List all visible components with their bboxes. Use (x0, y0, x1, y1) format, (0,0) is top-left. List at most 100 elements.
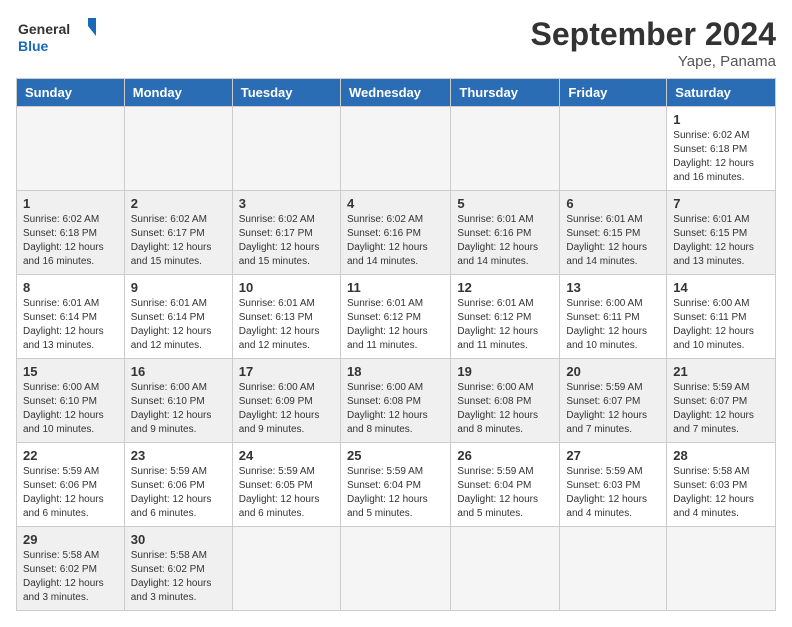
day-number: 14 (673, 280, 769, 295)
day-info: Sunrise: 6:01 AMSunset: 6:15 PMDaylight:… (566, 213, 660, 269)
day-info: Sunrise: 6:00 AMSunset: 6:09 PMDaylight:… (239, 381, 334, 437)
day-info: Sunrise: 6:01 AMSunset: 6:15 PMDaylight:… (673, 213, 769, 269)
day-info: Sunrise: 5:59 AMSunset: 6:07 PMDaylight:… (673, 381, 769, 437)
day-number: 12 (457, 280, 553, 295)
title-block: September 2024 Yape, Panama (531, 16, 776, 70)
day-number: 6 (566, 196, 660, 211)
table-row: 10 Sunrise: 6:01 AMSunset: 6:13 PMDayligh… (232, 275, 340, 359)
table-row: 8 Sunrise: 6:01 AMSunset: 6:14 PMDaylight… (17, 275, 125, 359)
day-number: 10 (239, 280, 334, 295)
day-info: Sunrise: 5:59 AMSunset: 6:04 PMDaylight:… (347, 465, 444, 521)
day-number: 18 (347, 364, 444, 379)
table-row (232, 107, 340, 191)
header-wednesday: Wednesday (340, 79, 450, 107)
day-number: 7 (673, 196, 769, 211)
calendar-table: Sunday Monday Tuesday Wednesday Thursday… (16, 78, 776, 611)
table-row: 16 Sunrise: 6:00 AMSunset: 6:10 PMDayligh… (124, 359, 232, 443)
logo-icon: General Blue (16, 16, 96, 56)
svg-text:General: General (18, 21, 70, 37)
day-number: 24 (239, 448, 334, 463)
calendar-week-row: 15 Sunrise: 6:00 AMSunset: 6:10 PMDayligh… (17, 359, 776, 443)
table-row: 5Sunrise: 6:01 AMSunset: 6:16 PMDaylight… (451, 191, 560, 275)
day-number: 2 (131, 196, 226, 211)
day-info: Sunrise: 6:00 AMSunset: 6:11 PMDaylight:… (566, 297, 660, 353)
day-number: 26 (457, 448, 553, 463)
table-row: 21Sunrise: 5:59 AMSunset: 6:07 PMDayligh… (667, 359, 776, 443)
calendar-week-row: 1Sunrise: 6:02 AMSunset: 6:18 PMDaylight… (17, 107, 776, 191)
day-info: Sunrise: 5:59 AMSunset: 6:06 PMDaylight:… (23, 465, 118, 521)
table-row: 3Sunrise: 6:02 AMSunset: 6:17 PMDaylight… (232, 191, 340, 275)
day-info: Sunrise: 5:58 AMSunset: 6:03 PMDaylight:… (673, 465, 769, 521)
day-info: Sunrise: 6:01 AMSunset: 6:12 PMDaylight:… (457, 297, 553, 353)
table-row: 9Sunrise: 6:01 AMSunset: 6:14 PMDaylight… (124, 275, 232, 359)
day-info: Sunrise: 5:58 AMSunset: 6:02 PMDaylight:… (131, 549, 226, 605)
month-title: September 2024 (531, 16, 776, 53)
day-number: 3 (239, 196, 334, 211)
location: Yape, Panama (531, 53, 776, 70)
day-number: 4 (347, 196, 444, 211)
table-row: 26Sunrise: 5:59 AMSunset: 6:04 PMDayligh… (451, 443, 560, 527)
day-info: Sunrise: 6:01 AMSunset: 6:14 PMDaylight:… (23, 297, 118, 353)
table-row (667, 527, 776, 611)
day-info: Sunrise: 6:00 AMSunset: 6:08 PMDaylight:… (457, 381, 553, 437)
table-row: 25 Sunrise: 5:59 AMSunset: 6:04 PMDayligh… (340, 443, 450, 527)
table-row: 28 Sunrise: 5:58 AMSunset: 6:03 PMDayligh… (667, 443, 776, 527)
table-row (124, 107, 232, 191)
day-number: 25 (347, 448, 444, 463)
svg-text:Blue: Blue (18, 38, 49, 54)
day-number: 9 (131, 280, 226, 295)
table-row (17, 107, 125, 191)
table-row: 29 Sunrise: 5:58 AMSunset: 6:02 PMDayligh… (17, 527, 125, 611)
day-number: 23 (131, 448, 226, 463)
day-info: Sunrise: 5:59 AMSunset: 6:07 PMDaylight:… (566, 381, 660, 437)
day-number: 15 (23, 364, 118, 379)
table-row: 11Sunrise: 6:01 AMSunset: 6:12 PMDayligh… (340, 275, 450, 359)
day-info: Sunrise: 5:58 AMSunset: 6:02 PMDaylight:… (23, 549, 118, 605)
day-info: Sunrise: 5:59 AMSunset: 6:06 PMDaylight:… (131, 465, 226, 521)
day-info: Sunrise: 6:02 AMSunset: 6:18 PMDaylight:… (23, 213, 118, 269)
day-number: 19 (457, 364, 553, 379)
calendar-week-row: 22 Sunrise: 5:59 AMSunset: 6:06 PMDayligh… (17, 443, 776, 527)
table-row: 18 Sunrise: 6:00 AMSunset: 6:08 PMDayligh… (340, 359, 450, 443)
calendar-week-row: 8 Sunrise: 6:01 AMSunset: 6:14 PMDaylight… (17, 275, 776, 359)
table-row (232, 527, 340, 611)
header-monday: Monday (124, 79, 232, 107)
table-row: 22 Sunrise: 5:59 AMSunset: 6:06 PMDayligh… (17, 443, 125, 527)
calendar-week-row: 1 Sunrise: 6:02 AMSunset: 6:18 PMDaylight… (17, 191, 776, 275)
day-number: 27 (566, 448, 660, 463)
day-number: 1 (23, 196, 118, 211)
day-number: 20 (566, 364, 660, 379)
logo: General Blue General Blue (16, 16, 96, 56)
day-number: 22 (23, 448, 118, 463)
day-number: 8 (23, 280, 118, 295)
table-row (340, 527, 450, 611)
day-info: Sunrise: 6:00 AMSunset: 6:10 PMDaylight:… (131, 381, 226, 437)
day-number: 5 (457, 196, 553, 211)
header-saturday: Saturday (667, 79, 776, 107)
header-friday: Friday (560, 79, 667, 107)
table-row: 14 Sunrise: 6:00 AMSunset: 6:11 PMDayligh… (667, 275, 776, 359)
table-row: 24Sunrise: 5:59 AMSunset: 6:05 PMDayligh… (232, 443, 340, 527)
day-number: 29 (23, 532, 118, 547)
table-row: 23 Sunrise: 5:59 AMSunset: 6:06 PMDayligh… (124, 443, 232, 527)
table-row (451, 527, 560, 611)
day-number: 13 (566, 280, 660, 295)
table-row: 4Sunrise: 6:02 AMSunset: 6:16 PMDaylight… (340, 191, 450, 275)
table-row (340, 107, 450, 191)
day-number: 16 (131, 364, 226, 379)
page-header: General Blue General Blue September 2024… (16, 16, 776, 70)
day-number: 28 (673, 448, 769, 463)
table-row: 30Sunrise: 5:58 AMSunset: 6:02 PMDayligh… (124, 527, 232, 611)
day-info: Sunrise: 6:01 AMSunset: 6:12 PMDaylight:… (347, 297, 444, 353)
header-tuesday: Tuesday (232, 79, 340, 107)
table-row (451, 107, 560, 191)
day-info: Sunrise: 6:01 AMSunset: 6:13 PMDaylight:… (239, 297, 334, 353)
table-row: 19 Sunrise: 6:00 AMSunset: 6:08 PMDayligh… (451, 359, 560, 443)
day-info: Sunrise: 6:00 AMSunset: 6:08 PMDaylight:… (347, 381, 444, 437)
table-row: 7 Sunrise: 6:01 AMSunset: 6:15 PMDaylight… (667, 191, 776, 275)
header-sunday: Sunday (17, 79, 125, 107)
table-row: 20 Sunrise: 5:59 AMSunset: 6:07 PMDayligh… (560, 359, 667, 443)
table-row: 13 Sunrise: 6:00 AMSunset: 6:11 PMDayligh… (560, 275, 667, 359)
calendar-week-row: 29 Sunrise: 5:58 AMSunset: 6:02 PMDayligh… (17, 527, 776, 611)
day-info: Sunrise: 6:00 AMSunset: 6:11 PMDaylight:… (673, 297, 769, 353)
